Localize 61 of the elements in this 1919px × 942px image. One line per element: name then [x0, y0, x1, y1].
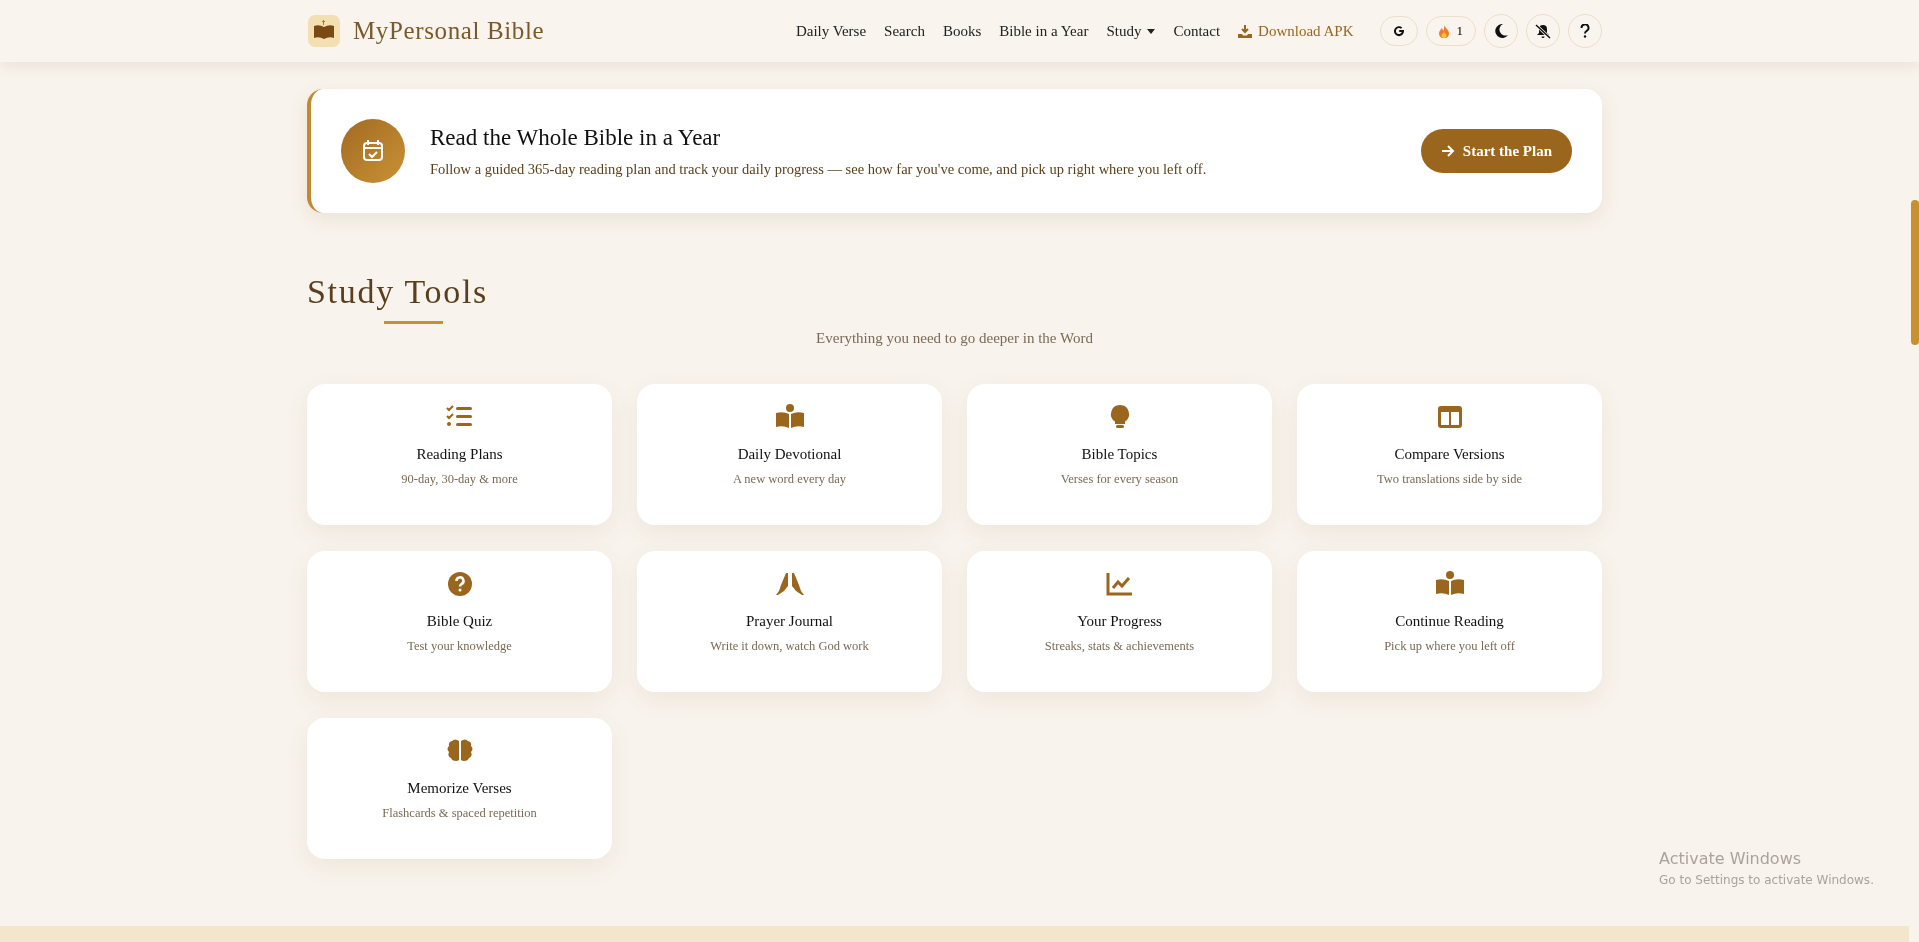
section-subtitle: Everything you need to go deeper in the Word [815, 329, 1094, 348]
card-title: Prayer Journal [745, 612, 834, 631]
card-subtitle: Pick up where you left off [1384, 637, 1515, 655]
activation-notice-text: Go to Settings to activate Windows. [1659, 872, 1875, 889]
scrollbar-thumb[interactable] [1911, 200, 1919, 345]
card-title: Reading Plans [416, 445, 503, 464]
card-title: Bible Quiz [426, 612, 493, 631]
section-title: Study Tools [307, 275, 488, 309]
moon-icon [1494, 24, 1508, 38]
activation-notice-title: Activate Windows [1659, 848, 1803, 870]
card-subtitle: Test your knowledge [407, 637, 512, 655]
nav-dropdown[interactable]: Study [1106, 19, 1156, 43]
arrow-right-icon [1440, 145, 1455, 157]
card-subtitle: Flashcards & spaced repetition [382, 804, 537, 822]
download-link[interactable]: Download APK [1238, 19, 1354, 43]
card-subtitle: A new word every day [732, 470, 847, 488]
nav-link[interactable]: Bible in a Year [999, 19, 1089, 43]
tool-card[interactable]: Daily Devotional A new word every day [637, 384, 942, 525]
tool-card[interactable]: Reading Plans 90-day, 30-day & more [307, 384, 612, 525]
card-title: Your Progress [1077, 612, 1162, 631]
card-title: Daily Devotional [737, 445, 842, 464]
card-title: Continue Reading [1395, 612, 1504, 631]
tool-card[interactable]: Bible Topics Verses for every season [967, 384, 1272, 525]
tool-card[interactable]: Prayer Journal Write it down, watch God work [637, 551, 942, 692]
card-subtitle: 90-day, 30-day & more [401, 470, 518, 488]
tool-card[interactable]: Continue Reading Pick up where you left off [1297, 551, 1602, 692]
reader-icon [1435, 571, 1464, 597]
columns-icon [1435, 404, 1464, 430]
tool-card[interactable]: Your Progress Streaks, stats & achievements [967, 551, 1272, 692]
nav-link[interactable]: Daily Verse [795, 19, 867, 43]
praying-hands-icon [775, 571, 804, 597]
question-circle-icon [445, 571, 474, 597]
title-underline [384, 321, 443, 324]
brain-icon [445, 738, 474, 764]
tool-card[interactable]: Bible Quiz Test your knowledge [307, 551, 612, 692]
caret-icon [1147, 28, 1156, 34]
download-icon [1238, 24, 1253, 38]
card-title: Compare Versions [1394, 445, 1505, 464]
start-plan-button[interactable]: Start the Plan [1420, 129, 1572, 173]
nav-link[interactable]: Search [884, 19, 925, 43]
nav-link[interactable]: Contact [1173, 19, 1221, 43]
card-subtitle: Two translations side by side [1377, 470, 1522, 488]
google-icon [1391, 24, 1406, 38]
flame-icon [1438, 24, 1449, 38]
card-title: Memorize Verses [407, 779, 512, 798]
calendar-check-icon [341, 119, 405, 183]
card-subtitle: Write it down, watch God work [710, 637, 869, 655]
card-subtitle: Verses for every season [1060, 470, 1179, 488]
tool-card[interactable]: Compare Versions Two translations side by side [1297, 384, 1602, 525]
tool-card[interactable]: Memorize Verses Flashcards & spaced repetition [307, 718, 612, 859]
card-title: Bible Topics [1081, 445, 1158, 464]
chart-line-icon [1105, 571, 1134, 597]
banner-description: Follow a guided 365-day reading plan and track your daily progress — see how far you've come, and pick up right where you left off. [430, 160, 1207, 180]
brand-name[interactable]: MyPersonal Bible [353, 12, 545, 50]
question-icon [1580, 24, 1590, 38]
banner-title: Read the Whole Bible in a Year [430, 123, 722, 152]
logo-icon[interactable] [307, 14, 341, 48]
nav-link[interactable]: Books [942, 19, 982, 43]
card-subtitle: Streaks, stats & achievements [1044, 637, 1195, 655]
bell-slash-icon [1535, 23, 1551, 39]
reader-icon [775, 404, 804, 430]
